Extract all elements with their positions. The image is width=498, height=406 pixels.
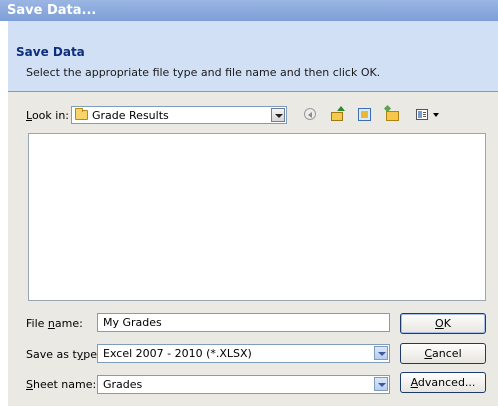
sheet-name-value: Grades	[103, 378, 143, 391]
look-in-combo[interactable]: Grade Results	[71, 106, 287, 124]
save-as-type-label: Save as type:	[26, 348, 101, 361]
views-menu-button[interactable]	[414, 106, 444, 124]
folder-icon	[75, 108, 88, 120]
up-folder-icon	[331, 112, 343, 121]
cancel-button[interactable]: Cancel	[400, 343, 486, 364]
delete-icon	[358, 108, 371, 121]
window-title: Save Data...	[0, 0, 498, 21]
save-as-type-value: Excel 2007 - 2010 (*.XLSX)	[103, 347, 252, 360]
chevron-down-icon[interactable]	[271, 108, 285, 122]
file-name-input[interactable]: My Grades	[97, 313, 390, 332]
save-data-dialog: Save Data... Save Data Select the approp…	[0, 0, 498, 406]
new-folder-button[interactable]	[383, 104, 402, 124]
save-as-type-select[interactable]: Excel 2007 - 2010 (*.XLSX)	[97, 344, 390, 363]
up-arrow-icon	[337, 106, 345, 111]
new-folder-icon	[386, 111, 399, 121]
back-icon	[304, 108, 316, 120]
back-button[interactable]	[302, 106, 320, 124]
chevron-down-icon[interactable]	[374, 377, 388, 391]
chevron-down-icon	[433, 113, 439, 117]
sheet-name-label: Sheet name:	[26, 378, 97, 391]
views-icon	[416, 109, 428, 120]
dialog-instruction: Select the appropriate file type and fil…	[26, 66, 381, 79]
ok-button[interactable]: OK	[400, 313, 486, 334]
file-name-label: File name:	[26, 317, 83, 330]
chevron-down-icon[interactable]	[374, 346, 388, 360]
delete-button[interactable]	[356, 106, 374, 124]
up-folder-button[interactable]	[329, 106, 347, 124]
dialog-title: Save Data	[16, 45, 85, 59]
look-in-label: Look in:	[26, 109, 69, 122]
dialog-header: Save Data Select the appropriate file ty…	[8, 21, 498, 91]
sheet-name-select[interactable]: Grades	[97, 375, 390, 394]
file-list[interactable]	[28, 133, 486, 301]
file-name-value: My Grades	[103, 316, 162, 329]
advanced-button[interactable]: Advanced...	[400, 372, 486, 393]
look-in-value: Grade Results	[92, 109, 169, 122]
